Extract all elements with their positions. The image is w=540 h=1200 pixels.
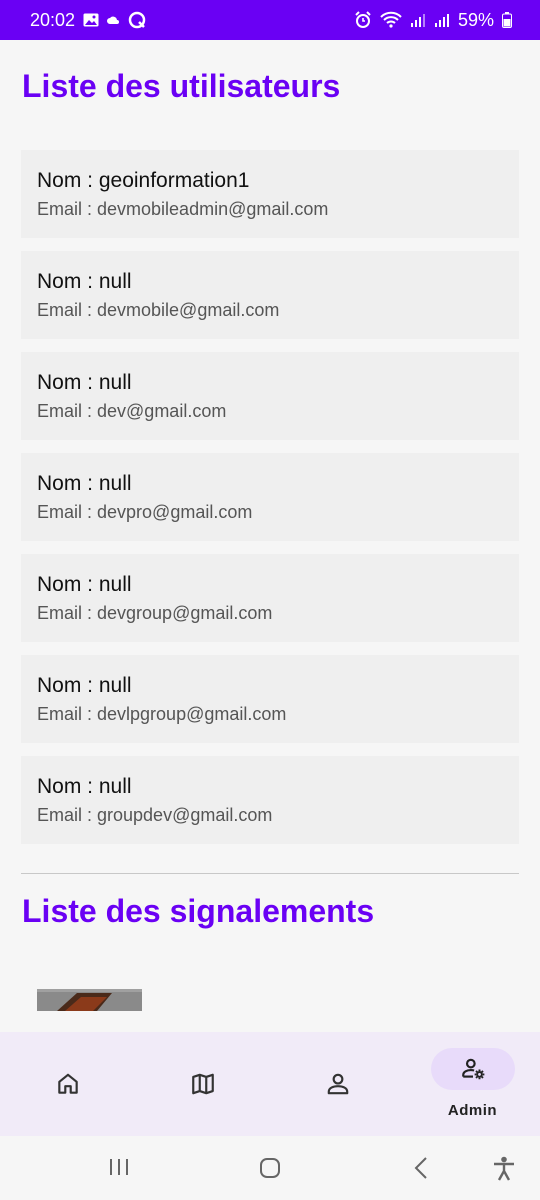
system-navigation-bar [0,1136,540,1200]
users-section-title: Liste des utilisateurs [22,68,341,104]
user-email: Email : devmobile@gmail.com [37,300,280,320]
user-email: Email : groupdev@gmail.com [37,805,273,825]
battery-icon [502,12,512,28]
user-card[interactable]: Nom : null Email : devlpgroup@gmail.com [21,655,519,743]
user-name: Nom : null [37,674,132,697]
status-time: 20:02 [30,9,76,30]
person-icon [327,1073,348,1095]
user-card[interactable]: Nom : null Email : devgroup@gmail.com [21,554,519,642]
accessibility-icon[interactable] [492,1156,516,1182]
gallery-icon [83,13,99,27]
cloud-icon [107,15,120,25]
nav-label-admin: Admin [447,1102,498,1119]
user-card[interactable]: Nom : null Email : dev@gmail.com [21,352,519,440]
reports-section-title: Liste des signalements [22,893,375,929]
back-icon[interactable] [410,1156,434,1180]
user-name: Nom : null [37,775,132,798]
user-name: Nom : null [37,573,132,596]
nav-item-home[interactable] [0,1032,135,1136]
status-bar: 20:02 59% [0,0,540,40]
wifi-icon [380,11,402,29]
user-card[interactable]: Nom : null Email : devmobile@gmail.com [21,251,519,339]
user-name: Nom : null [37,371,132,394]
nav-item-profile[interactable] [270,1032,405,1136]
bottom-navigation: Admin [0,1032,540,1136]
nav-item-map[interactable] [135,1032,270,1136]
user-card[interactable]: Nom : null Email : devpro@gmail.com [21,453,519,541]
user-email: Email : devlpgroup@gmail.com [37,704,287,724]
main-content[interactable]: Liste des utilisateurs Nom : geoinformat… [0,40,540,1032]
status-bar-right: 59% [354,10,512,31]
sync-icon [127,10,147,30]
user-list: Nom : geoinformation1 Email : devmobilea… [21,150,519,857]
map-icon [191,1073,214,1095]
section-divider [21,873,519,874]
signal-icon [434,12,450,28]
status-bar-left: 20:02 [30,10,147,31]
user-email: Email : dev@gmail.com [37,401,227,421]
home-button-icon[interactable] [258,1156,282,1180]
user-email: Email : devgroup@gmail.com [37,603,273,623]
nav-item-admin[interactable]: Admin [405,1032,540,1136]
admin-icon [461,1058,484,1080]
recent-apps-icon[interactable] [108,1156,130,1178]
signal-icon [410,12,426,28]
user-name: Nom : null [37,472,132,495]
home-icon [57,1073,78,1094]
report-thumbnail[interactable] [37,989,142,1011]
user-card[interactable]: Nom : geoinformation1 Email : devmobilea… [21,150,519,238]
user-email: Email : devmobileadmin@gmail.com [37,199,329,219]
user-name: Nom : null [37,270,132,293]
user-card[interactable]: Nom : null Email : groupdev@gmail.com [21,756,519,844]
user-email: Email : devpro@gmail.com [37,502,253,522]
alarm-icon [354,11,372,29]
battery-percentage: 59% [457,9,494,30]
user-name: Nom : geoinformation1 [37,169,250,192]
